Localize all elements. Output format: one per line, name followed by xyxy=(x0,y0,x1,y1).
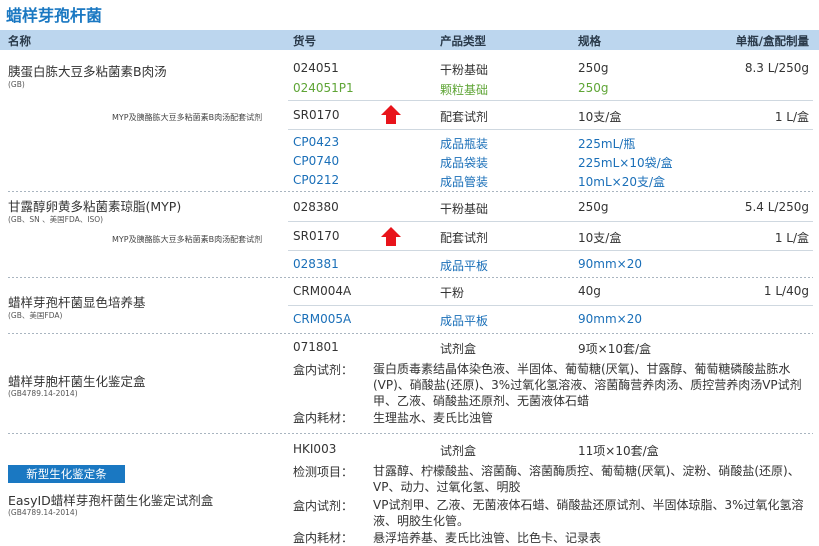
product-code: CP0212 xyxy=(293,173,340,187)
product-name: 甘露醇卵黄多粘菌素琼脂(MYP) xyxy=(8,199,182,214)
product-spec: 90mm×20 xyxy=(578,257,642,271)
product-code: CRM004A xyxy=(293,284,352,298)
product-code: SR0170 xyxy=(293,229,340,243)
product-code: 071801 xyxy=(293,340,339,354)
product-type: 配套试剂 xyxy=(440,231,489,245)
product-unit: 1 L/盒 xyxy=(774,231,809,245)
product-name: 蜡样芽孢杆菌显色培养基 xyxy=(8,295,146,310)
kit-reagent-label: 盒内试剂： xyxy=(293,363,354,377)
product-spec: 250g xyxy=(578,81,609,95)
kit-consumable-label: 盒内耗材： xyxy=(293,411,354,425)
product-type: 成品管装 xyxy=(440,175,489,189)
kit-reagent-text: 蛋白质毒素结晶体染色液、半固体、葡萄糖(厌氧)、甘露醇、葡萄糖磷酸盐胨水(VP)… xyxy=(373,362,802,408)
row-divider xyxy=(288,305,813,306)
header-type: 产品类型 xyxy=(440,34,486,48)
new-product-badge: 新型生化鉴定条 xyxy=(8,465,125,483)
product-spec: 250g xyxy=(578,61,609,75)
product-type: 配套试剂 xyxy=(440,110,489,124)
product-type: 试剂盒 xyxy=(440,342,477,356)
product-type: 成品瓶装 xyxy=(440,137,489,151)
product-code: SR0170 xyxy=(293,108,340,122)
arrow-up-icon-stem xyxy=(386,237,396,246)
product-type: 成品平板 xyxy=(440,314,489,328)
product-type: 干粉基础 xyxy=(440,63,489,77)
product-spec: 90mm×20 xyxy=(578,312,642,326)
product-code: CP0740 xyxy=(293,154,340,168)
product-spec: 9项×10套/盒 xyxy=(578,342,652,356)
product-type: 颗粒基础 xyxy=(440,83,489,97)
product-standard: (GB4789.14-2014) xyxy=(8,389,78,398)
table-header xyxy=(0,30,819,50)
product-code: 024051P1 xyxy=(293,81,354,95)
kit-items-text: 甘露醇、柠檬酸盐、溶菌酶、溶菌酶质控、葡萄糖(厌氧)、淀粉、硝酸盐(还原)、VP… xyxy=(373,464,800,494)
product-spec: 40g xyxy=(578,284,601,298)
product-name: 胰蛋白胨大豆多粘菌素B肉汤 xyxy=(8,64,167,79)
product-code: 028381 xyxy=(293,257,339,271)
group-divider xyxy=(8,191,813,192)
kit-consumable-text: 生理盐水、麦氏比浊管 xyxy=(373,411,494,425)
page-title: 蜡样芽孢杆菌 xyxy=(6,6,103,25)
arrow-up-icon xyxy=(381,105,401,115)
reagent-sublabel: MYP及胰酪胨大豆多粘菌素B肉汤配套试剂 xyxy=(112,113,263,122)
product-type: 试剂盒 xyxy=(440,444,477,458)
product-code: 024051 xyxy=(293,61,339,75)
product-name: EasyID蜡样芽孢杆菌生化鉴定试剂盒 xyxy=(8,493,214,508)
product-standard: (GB、SN 、美国FDA、ISO) xyxy=(8,215,104,224)
row-divider xyxy=(288,129,813,130)
product-unit: 8.3 L/250g xyxy=(744,61,809,75)
product-spec: 225mL×10袋/盒 xyxy=(578,156,673,170)
product-type: 成品袋装 xyxy=(440,156,489,170)
kit-reagent-text: VP试剂甲、乙液、无菌液体石蜡、硝酸盐还原试剂、半固体琼脂、3%过氧化氢溶液、明… xyxy=(373,498,804,528)
product-standard: (GB4789.14-2014) xyxy=(8,508,78,517)
group-divider xyxy=(8,333,813,334)
product-name: 蜡样芽胞杆菌生化鉴定盒 xyxy=(8,374,146,389)
header-code: 货号 xyxy=(293,34,316,48)
product-unit: 1 L/40g xyxy=(763,284,809,298)
product-unit: 5.4 L/250g xyxy=(744,200,809,214)
kit-consumable-text: 悬浮培养基、麦氏比浊管、比色卡、记录表 xyxy=(373,531,602,545)
product-standard: (GB、美国FDA) xyxy=(8,311,63,320)
row-divider xyxy=(288,100,813,101)
row-divider xyxy=(288,250,813,251)
header-name: 名称 xyxy=(8,34,31,48)
header-spec: 规格 xyxy=(578,34,601,48)
product-spec: 250g xyxy=(578,200,609,214)
product-code: CRM005A xyxy=(293,312,352,326)
product-code: 028380 xyxy=(293,200,339,214)
product-code: CP0423 xyxy=(293,135,340,149)
product-type: 干粉 xyxy=(440,286,465,300)
kit-items-label: 检测项目： xyxy=(293,465,354,479)
product-code: HKI003 xyxy=(293,442,337,456)
group-divider xyxy=(8,277,813,278)
group-divider xyxy=(8,433,813,434)
kit-consumable-label: 盒内耗材： xyxy=(293,531,354,545)
reagent-sublabel: MYP及胰酪胨大豆多粘菌素B肉汤配套试剂 xyxy=(112,235,263,244)
product-type: 成品平板 xyxy=(440,259,489,273)
product-standard: (GB) xyxy=(8,80,25,89)
product-spec: 11项×10套/盒 xyxy=(578,444,659,458)
arrow-up-icon-stem xyxy=(386,115,396,124)
product-spec: 10支/盒 xyxy=(578,110,622,124)
product-type: 干粉基础 xyxy=(440,202,489,216)
product-unit: 1 L/盒 xyxy=(774,110,809,124)
kit-reagent-label: 盒内试剂： xyxy=(293,499,354,513)
arrow-up-icon xyxy=(381,227,401,237)
product-spec: 10支/盒 xyxy=(578,231,622,245)
row-divider xyxy=(288,221,813,222)
header-unit: 单瓶/盒配制量 xyxy=(735,34,809,48)
product-spec: 10mL×20支/盒 xyxy=(578,175,666,189)
product-spec: 225mL/瓶 xyxy=(578,137,636,151)
